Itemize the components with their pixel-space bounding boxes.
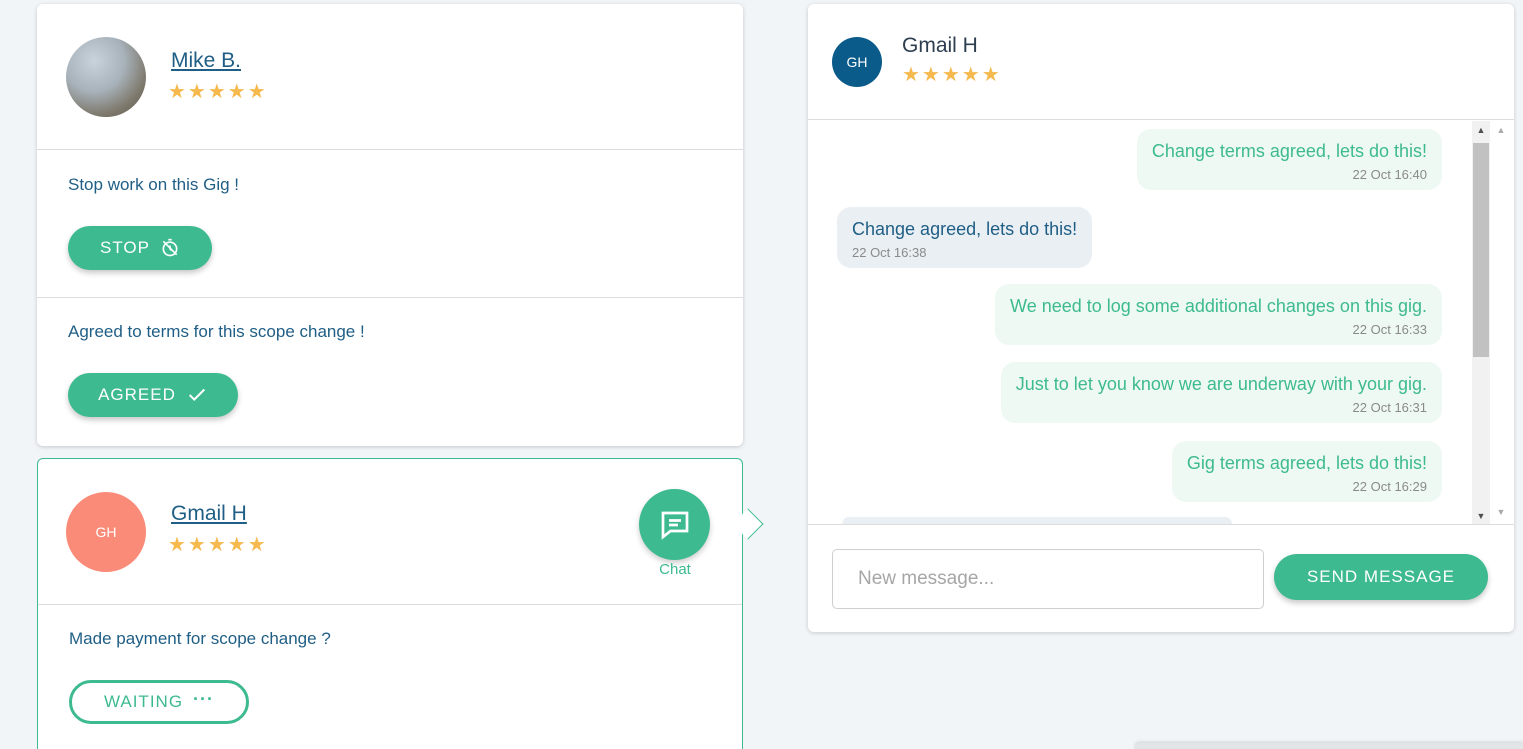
message-bubble: Just to let you know we are underway wit…: [1000, 362, 1442, 423]
message-text: Change agreed, lets do this!: [852, 219, 1078, 239]
agreed-button-label: AGREED: [98, 385, 176, 404]
chat-panel: GH Gmail H ★★★★★ Change terms agreed, le…: [808, 4, 1514, 632]
more-dots-icon: ···: [193, 688, 215, 709]
waiting-button-label: WAITING: [103, 692, 184, 711]
message-time: 22 Oct 16:38: [852, 245, 927, 260]
message-time: 22 Oct 16:40: [1352, 167, 1427, 182]
timer-off-icon: [162, 238, 178, 257]
gmail-profile-link[interactable]: Gmail H: [171, 502, 247, 526]
mike-profile-header: Mike B. ★★★★★: [37, 4, 743, 150]
agreed-text: Agreed to terms for this scope change !: [68, 322, 365, 341]
new-message-input[interactable]: [832, 549, 1264, 609]
message-time: 22 Oct 16:31: [1352, 400, 1427, 415]
message-bubble: Change terms agreed, lets do this! 22 Oc…: [1136, 129, 1442, 190]
scroll-down-arrow-icon[interactable]: ▼: [1472, 507, 1490, 524]
chat-contact-name: Gmail H: [902, 34, 978, 57]
gmail-profile-header: GH Gmail H ★★★★★ Chat: [38, 459, 764, 605]
message-text: Change terms agreed, lets do this!: [1151, 141, 1427, 161]
scroll-thumb[interactable]: [1473, 143, 1489, 357]
chat-header: GH Gmail H ★★★★★: [808, 4, 1514, 120]
checkmark-icon: [188, 388, 205, 402]
stop-button-label: STOP: [100, 238, 150, 257]
mike-gig-card: Mike B. ★★★★★ Stop work on this Gig ! ST…: [37, 4, 743, 446]
gmail-avatar: GH: [66, 492, 146, 572]
mike-avatar: [66, 37, 146, 117]
chat-contact-stars: ★★★★★: [902, 64, 1002, 86]
outer-scroll-down-icon[interactable]: ▼: [1494, 507, 1508, 517]
gmail-rating-stars: ★★★★★: [168, 534, 268, 556]
message-bubble: Gig terms agreed, lets do this! 22 Oct 1…: [1171, 441, 1442, 502]
message-scrollbar[interactable]: ▲ ▼: [1472, 121, 1490, 524]
scroll-up-arrow-icon[interactable]: ▲: [1472, 121, 1490, 139]
message-text: We need to log some additional changes o…: [1010, 296, 1427, 316]
agreed-button[interactable]: AGREED: [68, 373, 238, 417]
message-list[interactable]: Change terms agreed, lets do this! 22 Oc…: [808, 121, 1514, 525]
message-text: Gig terms agreed, lets do this!: [1186, 453, 1427, 473]
chat-label: Chat: [659, 561, 691, 578]
gmail-gig-card: GH Gmail H ★★★★★ Chat Made payment for s…: [37, 458, 764, 749]
chat-bubble-icon: [661, 511, 688, 540]
message-time: 22 Oct 16:29: [1352, 479, 1427, 494]
stop-work-section: Stop work on this Gig ! STOP: [37, 151, 743, 298]
chat-pointer-arrow: [732, 508, 764, 540]
payment-text: Made payment for scope change ?: [69, 629, 331, 648]
message-bubble: We need to log some additional changes o…: [995, 284, 1442, 345]
waiting-button[interactable]: WAITING ···: [69, 680, 249, 724]
message-text: Just to let you know we are underway wit…: [1015, 374, 1427, 394]
agreed-section: Agreed to terms for this scope change ! …: [37, 298, 743, 446]
message-bubble-partial: [842, 517, 1232, 524]
send-message-button[interactable]: SEND MESSAGE: [1274, 554, 1488, 600]
mike-profile-link[interactable]: Mike B.: [171, 49, 241, 73]
mike-rating-stars: ★★★★★: [168, 81, 268, 103]
bottom-edge-panel: [1135, 743, 1523, 749]
stop-work-text: Stop work on this Gig !: [68, 175, 240, 194]
message-time: 22 Oct 16:33: [1352, 322, 1427, 337]
outer-scroll-up-icon[interactable]: ▲: [1494, 125, 1508, 135]
open-chat-button[interactable]: [639, 489, 710, 560]
stop-button[interactable]: STOP: [68, 226, 212, 270]
chat-contact-avatar: GH: [832, 37, 882, 87]
message-bubble: Change agreed, lets do this! 22 Oct 16:3…: [837, 207, 1093, 268]
payment-section: Made payment for scope change ? WAITING …: [38, 605, 742, 749]
